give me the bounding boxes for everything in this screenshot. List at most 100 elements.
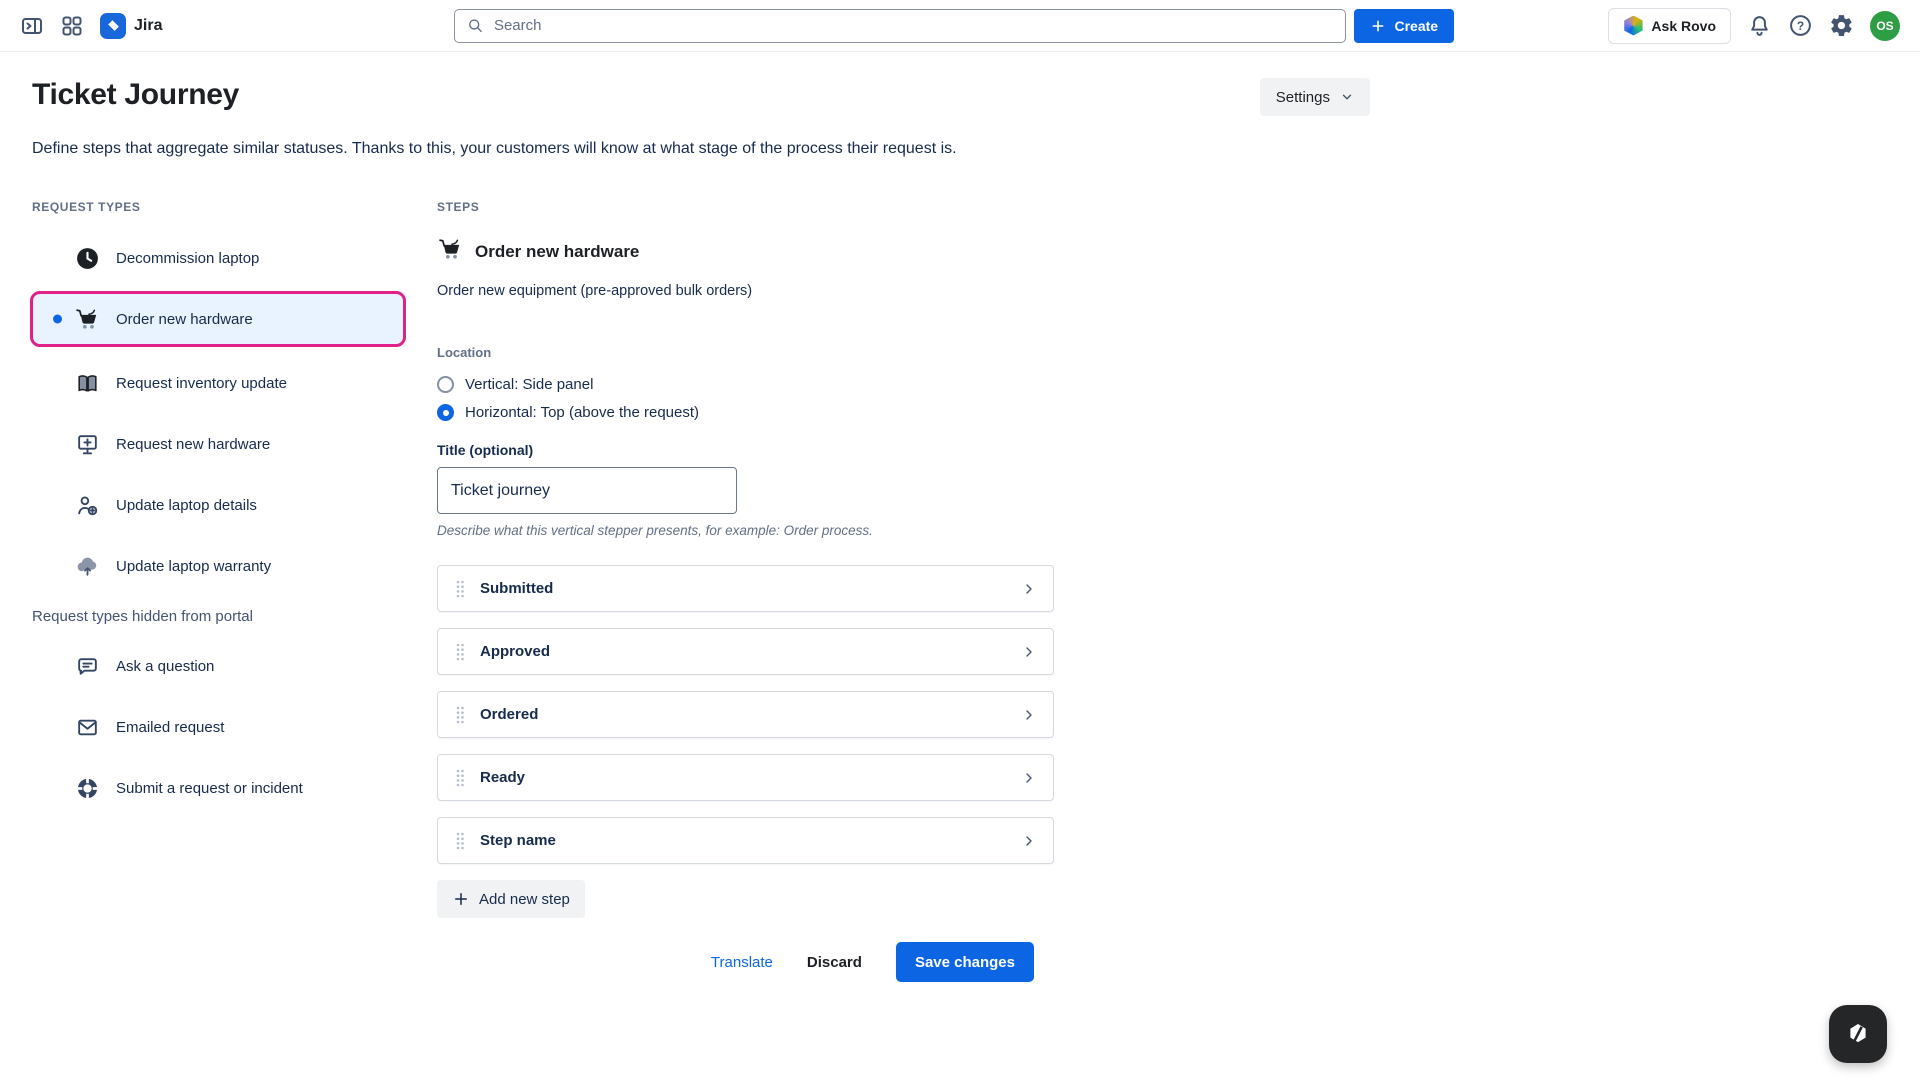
plus-icon bbox=[1370, 18, 1386, 34]
bell-icon bbox=[1747, 13, 1772, 38]
sidebar-item-order-new-hardware[interactable]: Order new hardware bbox=[30, 291, 406, 347]
steps-header: STEPS bbox=[437, 200, 1054, 214]
title-helper-text: Describe what this vertical stepper pres… bbox=[437, 523, 1054, 538]
ask-rovo-button[interactable]: Ask Rovo bbox=[1608, 8, 1731, 44]
sidebar-toggle-button[interactable] bbox=[20, 14, 44, 38]
selected-dot-indicator bbox=[53, 315, 62, 324]
sidebar-item-request-new-hardware[interactable]: Request new hardware bbox=[32, 422, 408, 466]
create-button[interactable]: Create bbox=[1354, 9, 1454, 43]
chevron-right-icon bbox=[1021, 833, 1037, 849]
step-label: Submitted bbox=[480, 580, 1021, 597]
radio-label: Horizontal: Top (above the request) bbox=[465, 404, 699, 421]
chevron-right-icon bbox=[1021, 581, 1037, 597]
floating-widget-button[interactable] bbox=[1829, 1005, 1887, 1063]
notifications-button[interactable] bbox=[1747, 13, 1772, 38]
location-option-vertical: Vertical: Side panel bbox=[437, 376, 1054, 393]
app-grid-icon bbox=[60, 14, 84, 38]
sidebar-item-label: Request new hardware bbox=[116, 436, 270, 453]
envelope-icon bbox=[74, 714, 100, 740]
step-label: Ordered bbox=[480, 706, 1021, 723]
chat-icon bbox=[74, 653, 100, 679]
sidebar-item-label: Submit a request or incident bbox=[116, 780, 303, 797]
radio-label: Vertical: Side panel bbox=[465, 376, 593, 393]
topbar-right-cluster: Ask Rovo ? OS bbox=[1608, 8, 1900, 44]
help-button[interactable]: ? bbox=[1788, 13, 1813, 38]
step-label: Step name bbox=[480, 832, 1021, 849]
chevron-down-icon bbox=[1340, 90, 1354, 104]
page-content: Ticket Journey Settings Define steps tha… bbox=[0, 78, 1920, 982]
step-row-submitted[interactable]: Submitted bbox=[437, 565, 1054, 612]
discard-button[interactable]: Discard bbox=[807, 954, 862, 971]
hidden-request-types-header: Request types hidden from portal bbox=[32, 608, 408, 625]
step-label: Approved bbox=[480, 643, 1021, 660]
translate-button[interactable]: Translate bbox=[711, 954, 773, 971]
settings-dropdown-label: Settings bbox=[1276, 89, 1330, 106]
sidebar-item-update-laptop-warranty[interactable]: Update laptop warranty bbox=[32, 544, 408, 588]
help-icon: ? bbox=[1788, 13, 1813, 38]
settings-dropdown-button[interactable]: Settings bbox=[1260, 78, 1370, 116]
sidebar-item-label: Decommission laptop bbox=[116, 250, 259, 267]
app-switcher-button[interactable] bbox=[60, 14, 84, 38]
cart-icon bbox=[437, 236, 463, 267]
sidebar-item-label: Update laptop details bbox=[116, 497, 257, 514]
request-types-header: REQUEST TYPES bbox=[32, 200, 408, 214]
sidebar-item-ask-a-question[interactable]: Ask a question bbox=[32, 644, 408, 688]
sidebar-item-label: Update laptop warranty bbox=[116, 558, 271, 575]
add-new-step-label: Add new step bbox=[479, 891, 570, 908]
search-input[interactable] bbox=[494, 17, 1334, 34]
sidebar-item-submit-request-or-incident[interactable]: Submit a request or incident bbox=[32, 766, 408, 810]
sidebar-item-decommission-laptop[interactable]: Decommission laptop bbox=[32, 236, 408, 280]
drag-handle-icon[interactable] bbox=[454, 578, 466, 600]
rovo-icon bbox=[1623, 16, 1643, 36]
clock-icon bbox=[74, 245, 100, 271]
save-changes-button[interactable]: Save changes bbox=[896, 942, 1034, 982]
add-new-step-button[interactable]: Add new step bbox=[437, 880, 585, 918]
lifebuoy-icon bbox=[74, 775, 100, 801]
sidebar-item-label: Ask a question bbox=[116, 658, 214, 675]
settings-gear-button[interactable] bbox=[1829, 13, 1854, 38]
person-add-icon bbox=[74, 492, 100, 518]
request-type-title: Order new hardware bbox=[475, 242, 639, 262]
topbar-left-cluster: Jira bbox=[20, 13, 162, 39]
drag-handle-icon[interactable] bbox=[454, 704, 466, 726]
drag-handle-icon[interactable] bbox=[454, 767, 466, 789]
step-row-step-name[interactable]: Step name bbox=[437, 817, 1054, 864]
steps-configuration-panel: STEPS Order new hardware Order new equip… bbox=[437, 200, 1054, 982]
sidebar-item-label: Request inventory update bbox=[116, 375, 287, 392]
jira-logo-icon[interactable] bbox=[100, 13, 126, 39]
sidebar-item-label: Emailed request bbox=[116, 719, 224, 736]
sidebar-item-label: Order new hardware bbox=[116, 311, 253, 328]
page-title: Ticket Journey bbox=[32, 78, 239, 112]
ask-rovo-label: Ask Rovo bbox=[1651, 18, 1716, 34]
radio-vertical-side-panel[interactable] bbox=[437, 376, 454, 393]
location-label: Location bbox=[437, 345, 1054, 360]
title-input[interactable] bbox=[437, 467, 737, 514]
app-name: Jira bbox=[134, 17, 162, 35]
create-button-label: Create bbox=[1394, 18, 1438, 34]
form-actions: Translate Discard Save changes bbox=[437, 942, 1054, 982]
monitor-plus-icon bbox=[74, 431, 100, 457]
book-icon bbox=[74, 370, 100, 396]
sidebar-item-update-laptop-details[interactable]: Update laptop details bbox=[32, 483, 408, 527]
global-search[interactable] bbox=[454, 9, 1346, 43]
chevron-right-icon bbox=[1021, 644, 1037, 660]
chevron-right-icon bbox=[1021, 707, 1037, 723]
step-row-approved[interactable]: Approved bbox=[437, 628, 1054, 675]
step-row-ready[interactable]: Ready bbox=[437, 754, 1054, 801]
step-row-ordered[interactable]: Ordered bbox=[437, 691, 1054, 738]
sidebar-item-emailed-request[interactable]: Emailed request bbox=[32, 705, 408, 749]
cloud-upload-icon bbox=[74, 553, 100, 579]
location-option-horizontal: Horizontal: Top (above the request) bbox=[437, 404, 1054, 421]
chevron-right-icon bbox=[1021, 770, 1037, 786]
step-label: Ready bbox=[480, 769, 1021, 786]
sidebar-item-request-inventory-update[interactable]: Request inventory update bbox=[32, 361, 408, 405]
radio-horizontal-top[interactable] bbox=[437, 404, 454, 421]
drag-handle-icon[interactable] bbox=[454, 830, 466, 852]
search-icon bbox=[467, 17, 483, 34]
page-description: Define steps that aggregate similar stat… bbox=[32, 140, 1142, 158]
plus-icon bbox=[452, 890, 470, 908]
steps-list: Submitted Approved bbox=[437, 565, 1054, 864]
drag-handle-icon[interactable] bbox=[454, 641, 466, 663]
user-avatar[interactable]: OS bbox=[1870, 11, 1900, 41]
request-types-sidebar: REQUEST TYPES Decommission laptop bbox=[32, 200, 408, 982]
